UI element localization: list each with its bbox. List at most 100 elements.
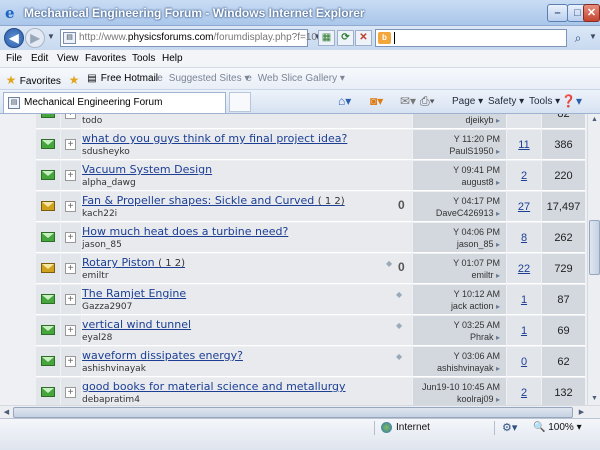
thread-title-link[interactable]: waveform dissipates energy? <box>82 349 243 362</box>
horizontal-scroll-thumb[interactable] <box>13 407 573 418</box>
menu-view[interactable]: View <box>57 53 79 64</box>
go-to-last-post-icon[interactable]: ▸ <box>496 147 500 156</box>
expand-icon[interactable]: + <box>65 387 76 398</box>
thread-author[interactable]: alpha_dawg <box>82 178 136 188</box>
expand-icon[interactable]: + <box>65 232 76 243</box>
thread-title-link[interactable]: Rotary Piston ( 1 2) <box>82 256 185 269</box>
expand-icon[interactable]: + <box>65 201 76 212</box>
last-post-user[interactable]: PaulS1950 ▸ <box>449 146 500 156</box>
reply-count-link[interactable]: 22 <box>507 263 541 275</box>
thread-author[interactable]: ashishvinayak <box>82 364 146 374</box>
thread-title-link[interactable]: The Ramjet Engine <box>82 287 186 300</box>
help-icon[interactable]: ❓▾ <box>561 94 582 108</box>
last-post-user[interactable]: Phrak ▸ <box>470 332 500 342</box>
back-button[interactable]: ◀ <box>4 28 24 48</box>
thread-author[interactable]: sdusheyko <box>82 147 130 157</box>
thread-title-link[interactable]: Fan & Propeller shapes: Sickle and Curve… <box>82 194 345 207</box>
menu-help[interactable]: Help <box>162 53 183 64</box>
last-post-user[interactable]: koolraj09 ▸ <box>457 394 500 404</box>
last-post-user[interactable]: emiltr ▸ <box>471 270 500 280</box>
last-post-user[interactable]: djeikyb ▸ <box>465 115 500 125</box>
safety-menu[interactable]: Safety ▾ <box>488 96 524 107</box>
scroll-up-icon[interactable]: ▲ <box>588 114 600 126</box>
compatibility-view-icon[interactable]: ▦ <box>318 30 335 46</box>
history-dropdown-icon[interactable]: ▼ <box>47 32 55 41</box>
thread-pages[interactable]: ( 1 2) <box>318 196 345 207</box>
go-to-last-post-icon[interactable]: ▸ <box>496 209 500 218</box>
refresh-icon[interactable]: ⟳ <box>337 30 354 46</box>
reply-count-link[interactable]: 1 <box>507 325 541 337</box>
favorite-link-web-slice-gallery[interactable]: e Web Slice Gallery ▾ <box>243 73 345 84</box>
go-to-last-post-icon[interactable]: ▸ <box>496 116 500 125</box>
thread-title-link[interactable]: Vacuum System Design <box>82 163 212 176</box>
search-input[interactable]: b <box>375 29 567 47</box>
vertical-scrollbar[interactable]: ▲ ▼ <box>587 114 600 405</box>
protected-mode-icon[interactable]: ⚙▾ <box>502 421 517 434</box>
expand-icon[interactable]: + <box>65 170 76 181</box>
horizontal-scrollbar[interactable]: ◀ ▶ <box>0 405 600 418</box>
last-post-user[interactable]: DaveC426913 ▸ <box>436 208 500 218</box>
go-to-last-post-icon[interactable]: ▸ <box>496 302 500 311</box>
favorite-link-hotmail[interactable]: ▤ Free Hotmail <box>86 73 158 84</box>
go-to-last-post-icon[interactable]: ▸ <box>496 271 500 280</box>
menu-edit[interactable]: Edit <box>31 53 48 64</box>
zoom-level[interactable]: 🔍 100% ▾ <box>533 422 582 433</box>
close-button[interactable]: ✕ <box>583 4 600 22</box>
go-to-last-post-icon[interactable]: ▸ <box>496 364 500 373</box>
go-to-last-post-icon[interactable]: ▸ <box>496 240 500 249</box>
thread-title-link[interactable]: good books for material science and meta… <box>82 380 346 393</box>
home-icon[interactable]: ⌂▾ <box>338 94 351 108</box>
mail-icon[interactable]: ✉▾ <box>400 94 416 108</box>
thread-author[interactable]: eyal28 <box>82 333 112 343</box>
stop-icon[interactable]: ✕ <box>355 30 372 46</box>
favorites-button[interactable]: ★ Favorites <box>5 73 61 87</box>
vertical-scroll-thumb[interactable] <box>589 220 600 275</box>
tools-menu[interactable]: Tools ▾ <box>529 96 560 107</box>
page-menu[interactable]: Page ▾ <box>452 96 483 107</box>
thread-author[interactable]: Gazza2907 <box>82 302 132 312</box>
reply-count-link[interactable]: 2 <box>507 170 541 182</box>
thread-author[interactable]: jason_85 <box>82 240 122 250</box>
new-tab-button[interactable] <box>229 92 251 112</box>
print-icon[interactable]: ⎙▾ <box>420 94 435 109</box>
search-icon[interactable]: ⌕ <box>568 29 588 47</box>
forward-button[interactable]: ▶ <box>25 28 45 48</box>
expand-icon[interactable]: + <box>65 114 76 119</box>
feeds-icon[interactable]: ◙▾ <box>370 94 383 108</box>
search-options-dropdown-icon[interactable]: ▼ <box>589 32 597 41</box>
reply-count-link[interactable]: 11 <box>507 139 541 151</box>
expand-icon[interactable]: + <box>65 356 76 367</box>
last-post-user[interactable]: august8 ▸ <box>461 177 500 187</box>
go-to-last-post-icon[interactable]: ▸ <box>496 333 500 342</box>
expand-icon[interactable]: + <box>65 139 76 150</box>
last-post-user[interactable]: jack action ▸ <box>451 301 500 311</box>
expand-icon[interactable]: + <box>65 294 76 305</box>
menu-file[interactable]: File <box>6 53 22 64</box>
favorite-link-suggested-sites[interactable]: e Suggested Sites ▾ <box>154 73 249 84</box>
last-post-user[interactable]: jason_85 ▸ <box>457 239 500 249</box>
minimize-button[interactable]: – <box>547 4 568 22</box>
thread-title-link[interactable]: How much heat does a turbine need? <box>82 225 288 238</box>
menu-favorites[interactable]: Favorites <box>85 53 126 64</box>
reply-count-link[interactable]: 0 <box>507 356 541 368</box>
thread-author[interactable]: emiltr <box>82 271 109 281</box>
reply-count-link[interactable]: 2 <box>507 387 541 399</box>
scroll-down-icon[interactable]: ▼ <box>588 393 600 405</box>
last-post-user[interactable]: ashishvinayak ▸ <box>437 363 500 373</box>
go-to-last-post-icon[interactable]: ▸ <box>496 178 500 187</box>
expand-icon[interactable]: + <box>65 263 76 274</box>
reply-count-link[interactable]: 1 <box>507 294 541 306</box>
thread-pages[interactable]: ( 1 2) <box>158 258 185 269</box>
address-input[interactable]: ▤ http://www.physicsforums.com/forumdisp… <box>60 29 323 47</box>
tab-mechanical-engineering-forum[interactable]: ▤ Mechanical Engineering Forum <box>3 92 226 113</box>
thread-author[interactable]: kach22i <box>82 209 117 219</box>
reply-count-link[interactable]: 8 <box>507 232 541 244</box>
expand-icon[interactable]: + <box>65 325 76 336</box>
thread-author[interactable]: debapratim4 <box>82 395 140 405</box>
thread-title-link[interactable]: vertical wind tunnel <box>82 318 191 331</box>
menu-tools[interactable]: Tools <box>132 53 155 64</box>
thread-author[interactable]: todo <box>82 116 102 126</box>
go-to-last-post-icon[interactable]: ▸ <box>496 395 500 404</box>
thread-title-link[interactable]: what do you guys think of my final proje… <box>82 132 347 145</box>
reply-count-link[interactable]: 27 <box>507 201 541 213</box>
